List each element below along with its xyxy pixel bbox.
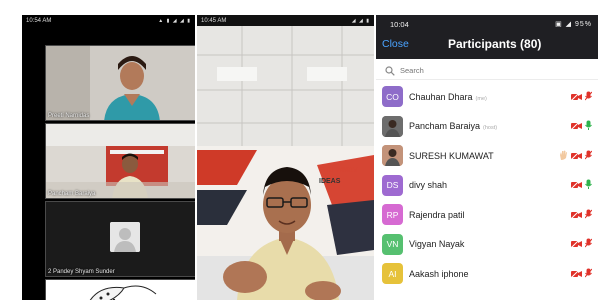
- status-icons: ▲ ▮ ◢ ◢ ▮: [158, 17, 191, 24]
- close-button[interactable]: Close: [382, 38, 409, 50]
- participant-name-text: Rajendra patil: [409, 209, 465, 220]
- participants-panel: 10:04 ▣ ◢ 95% Close Participants (80) CO…: [376, 15, 598, 300]
- participant-name-text: divy shah: [409, 180, 448, 191]
- tile-name-label: Pancham Baraiya: [48, 191, 96, 197]
- participant-avatar: [382, 145, 403, 167]
- video-tile[interactable]: Pancham Baraiya: [45, 123, 195, 199]
- participant-name: Rajendra patil: [409, 210, 465, 220]
- default-avatar-icon: [110, 222, 140, 252]
- participant-avatar: [382, 115, 403, 137]
- gallery-view-panel: 10:54 AM ▲ ▮ ◢ ◢ ▮ Preeti Narnidas Panch…: [22, 15, 195, 300]
- participant-name-text: SURESH KUMAWAT: [409, 150, 494, 161]
- participant-avatar: VN: [382, 233, 403, 255]
- participant-status: [570, 88, 593, 106]
- video-off-icon: [570, 176, 582, 194]
- participant-name: Chauhan Dhara (me): [409, 92, 487, 102]
- search-icon: [385, 65, 395, 76]
- participant-name-text: Chauhan Dhara: [409, 91, 473, 102]
- video-off-icon: [570, 235, 582, 253]
- status-time: 10:04: [390, 19, 409, 29]
- search-input[interactable]: [400, 66, 570, 75]
- participant-name-text: Vigyan Nayak: [409, 239, 465, 250]
- participants-title: Participants (80): [448, 37, 542, 51]
- tile-name-label: Preeti Narnidas: [48, 113, 90, 119]
- speaker-view-panel: 10:45 AM ◢ ◢ ▮ GTU INNOV IDEAS: [197, 15, 374, 300]
- participant-row[interactable]: SURESH KUMAWAT: [376, 141, 598, 171]
- status-time: 10:45 AM: [201, 17, 227, 24]
- status-icons: ◢ ◢ ▮: [351, 17, 370, 24]
- video-off-icon: [570, 265, 582, 283]
- participant-name: Vigyan Nayak: [409, 239, 464, 249]
- meeting-screenshots-composite: 10:54 AM ▲ ▮ ◢ ◢ ▮ Preeti Narnidas Panch…: [0, 0, 598, 300]
- participant-row[interactable]: CO Chauhan Dhara (me): [376, 82, 598, 112]
- participant-status: [570, 176, 592, 194]
- mic-active-icon: [585, 117, 592, 135]
- participant-status: [570, 235, 593, 253]
- participant-row[interactable]: Pancham Baraiya (host): [376, 112, 598, 142]
- participant-name: Pancham Baraiya (host): [409, 121, 497, 131]
- participant-list: CO Chauhan Dhara (me) Pancham Baraiya (host)…: [376, 82, 598, 289]
- video-off-icon: [570, 117, 582, 135]
- video-tile[interactable]: [45, 279, 195, 300]
- status-icons: ▣ ◢ 95%: [555, 21, 592, 28]
- mic-muted-icon: [584, 265, 593, 283]
- video-off-icon: [570, 206, 582, 224]
- status-bar: 10:45 AM ◢ ◢ ▮: [197, 15, 374, 26]
- participant-role-tag: (me): [475, 95, 487, 102]
- participant-row[interactable]: DS divy shah: [376, 171, 598, 201]
- video-off-icon: [570, 147, 582, 165]
- participant-row[interactable]: RP Rajendra patil: [376, 200, 598, 230]
- search-bar[interactable]: [376, 62, 598, 80]
- raised-hand-icon: [559, 147, 568, 165]
- video-off-icon: [570, 88, 582, 106]
- battery-percent: 95%: [574, 21, 592, 28]
- mic-muted-icon: [584, 235, 593, 253]
- participant-name: Aakash iphone: [409, 269, 469, 279]
- participant-name: divy shah: [409, 180, 447, 190]
- participant-status: [559, 147, 593, 165]
- participant-avatar: DS: [382, 174, 403, 196]
- status-bar: 10:54 AM ▲ ▮ ◢ ◢ ▮: [22, 15, 195, 26]
- mic-muted-icon: [584, 206, 593, 224]
- status-time: 10:54 AM: [26, 17, 52, 24]
- mic-muted-icon: [584, 88, 593, 106]
- participant-name: SURESH KUMAWAT: [409, 151, 494, 161]
- tile-name-label: 2 Pandey Shyam Sunder: [48, 269, 115, 275]
- mic-muted-icon: [584, 147, 593, 165]
- participant-role-tag: (host): [483, 125, 498, 132]
- participant-status: [570, 117, 592, 135]
- mic-active-icon: [585, 176, 592, 194]
- participant-name-text: Aakash iphone: [409, 268, 469, 279]
- participant-name-text: Pancham Baraiya: [409, 121, 481, 132]
- participant-video: [46, 46, 195, 120]
- status-bar: 10:04 ▣ ◢ 95%: [376, 18, 598, 30]
- participants-header: Close Participants (80): [376, 34, 598, 56]
- speaker-video: [197, 26, 374, 300]
- participant-row[interactable]: AI Aakash iphone: [376, 259, 598, 289]
- participants-header-area: 10:04 ▣ ◢ 95% Close Participants (80): [376, 15, 598, 59]
- video-tile[interactable]: Preeti Narnidas: [45, 45, 195, 121]
- participant-avatar: RP: [382, 204, 403, 226]
- participant-avatar: CO: [382, 86, 403, 108]
- participant-avatar: AI: [382, 263, 403, 285]
- butterfly-image: [46, 280, 195, 300]
- participant-row[interactable]: VN Vigyan Nayak: [376, 230, 598, 260]
- video-tile[interactable]: 2 Pandey Shyam Sunder: [45, 201, 195, 277]
- banner-text: GTU INNOV IDEAS: [319, 167, 358, 185]
- participant-status: [570, 206, 593, 224]
- participant-video: [46, 124, 195, 198]
- participant-status: [570, 265, 593, 283]
